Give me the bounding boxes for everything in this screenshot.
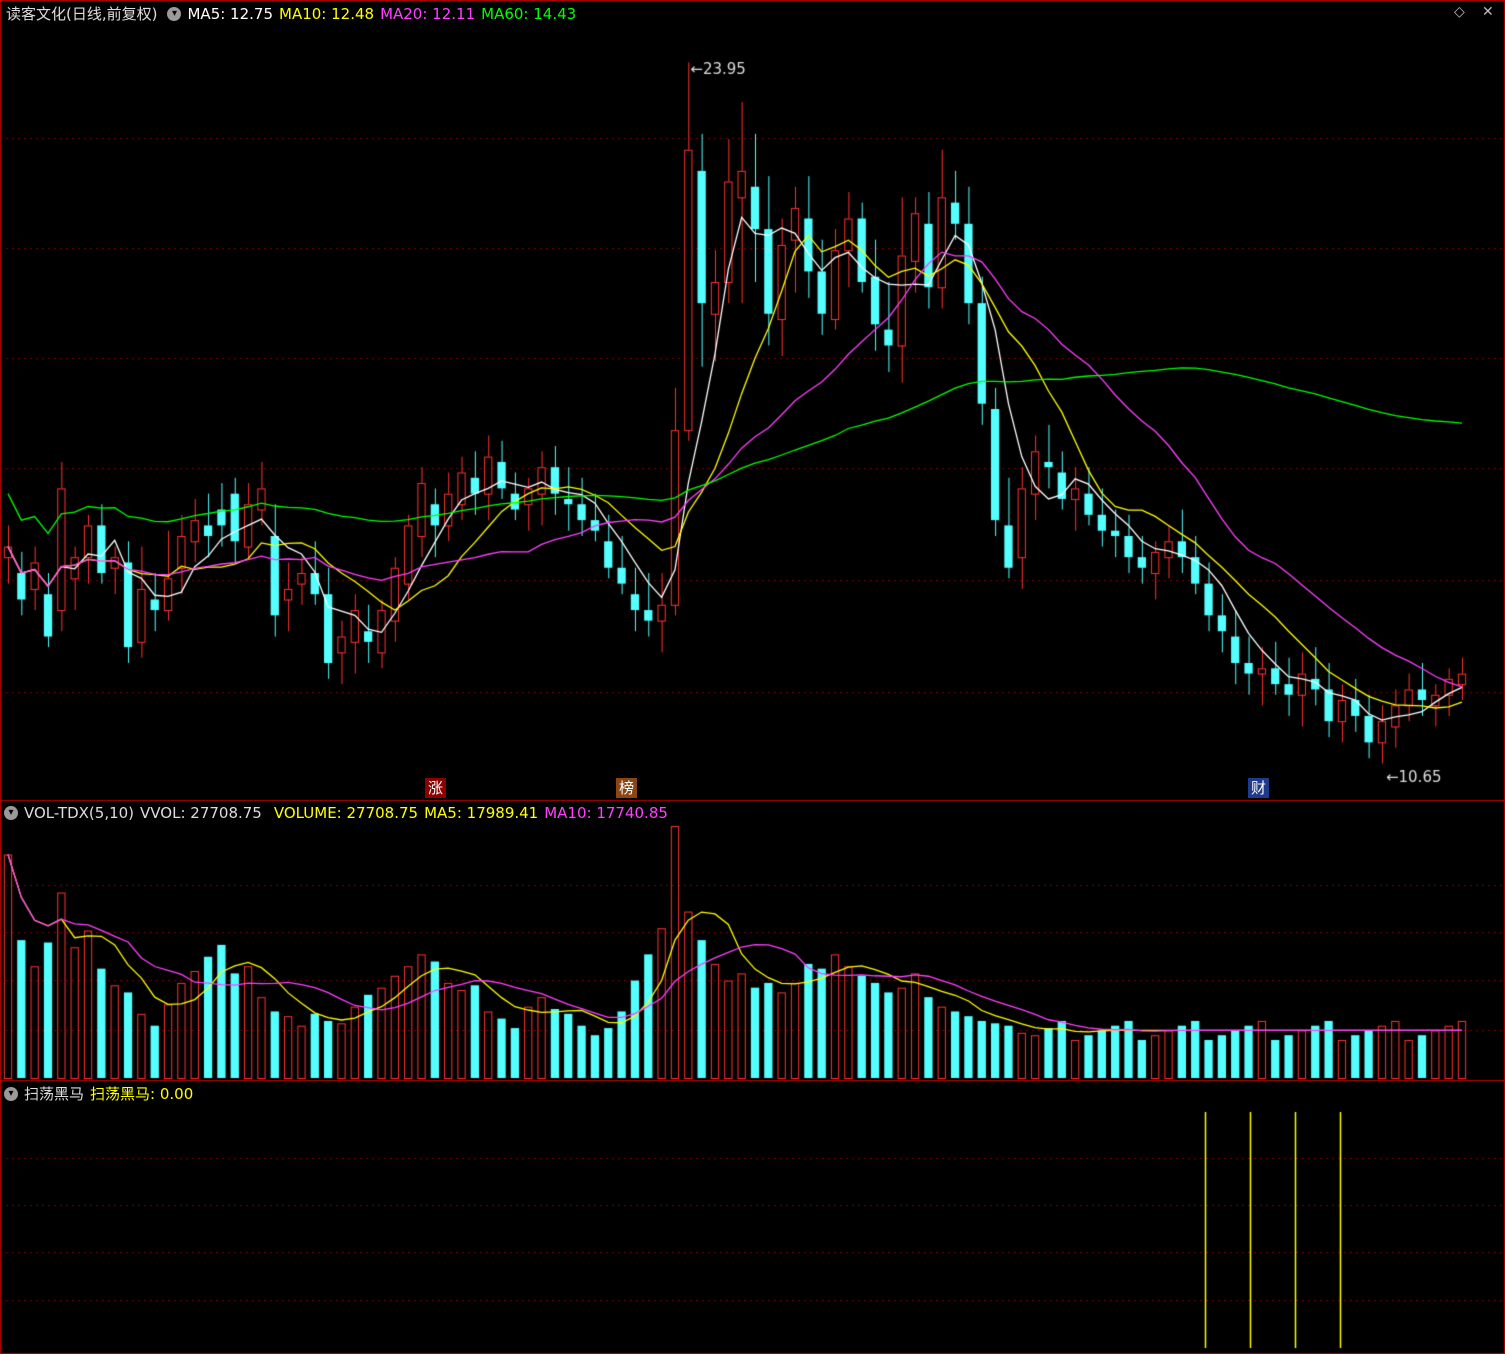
diamond-icon[interactable]: ◇ bbox=[1454, 4, 1465, 20]
volume-header: ▾ VOL-TDX(5,10) VVOL: 27708.75 VOLUME: 2… bbox=[0, 801, 674, 825]
ma10-label: MA10: 12.48 bbox=[279, 5, 375, 23]
volume-label: VOLUME: 27708.75 bbox=[273, 804, 419, 822]
indicator-value: 扫荡黑马: 0.00 bbox=[90, 1085, 194, 1103]
ma60-label: MA60: 14.43 bbox=[481, 5, 577, 23]
chart-title[interactable]: 读客文化(日线,前复权) bbox=[6, 2, 157, 26]
chevron-down-icon[interactable]: ▾ bbox=[4, 1087, 18, 1101]
indicator-name[interactable]: 扫荡黑马 bbox=[24, 1082, 84, 1106]
vol-ma5-label: MA5: 17989.41 bbox=[424, 804, 539, 822]
vvol-label: VVOL: 27708.75 bbox=[140, 804, 262, 822]
indicator-header: ▾ 扫荡黑马 扫荡黑马: 0.00 bbox=[0, 1082, 199, 1106]
stock-chart-canvas[interactable] bbox=[0, 0, 1505, 1354]
main-chart-header: 读客文化(日线,前复权) ▾ MA5: 12.75 MA10: 12.48 MA… bbox=[0, 2, 582, 26]
vol-ma10-label: MA10: 17740.85 bbox=[544, 804, 668, 822]
ma5-label: MA5: 12.75 bbox=[187, 5, 273, 23]
vol-indicator-name[interactable]: VOL-TDX(5,10) bbox=[24, 801, 134, 825]
event-tag-bang[interactable]: 榜 bbox=[616, 778, 638, 798]
event-tag-cai[interactable]: 财 bbox=[1248, 778, 1270, 798]
chevron-down-icon[interactable]: ▾ bbox=[167, 7, 182, 21]
chevron-down-icon[interactable]: ▾ bbox=[4, 806, 18, 820]
ma20-label: MA20: 12.11 bbox=[380, 5, 476, 23]
close-icon[interactable]: ✕ bbox=[1482, 4, 1494, 20]
event-tag-zhang[interactable]: 涨 bbox=[425, 778, 447, 798]
